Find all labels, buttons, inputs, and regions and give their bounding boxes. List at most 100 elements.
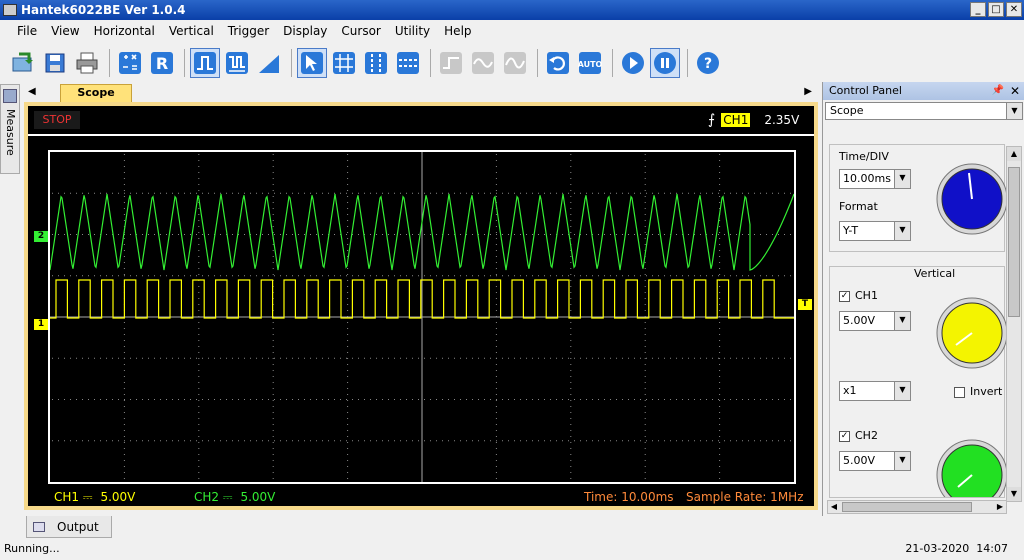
ch2-volts-select[interactable]: 5.00V ▼ — [839, 451, 911, 471]
control-panel-scrollbar[interactable]: ▲ ▼ — [1006, 146, 1022, 502]
close-icon[interactable]: ✕ — [1010, 82, 1020, 100]
grid-dot — [347, 160, 349, 161]
scroll-up-icon[interactable]: ▲ — [1007, 147, 1021, 161]
ch1-volts-select[interactable]: 5.00V ▼ — [839, 311, 911, 331]
print-button[interactable] — [72, 48, 102, 78]
wave-button[interactable] — [500, 48, 530, 78]
grid-dot — [570, 292, 572, 293]
scroll-left-icon[interactable]: ◀ — [828, 501, 840, 513]
menu-cursor[interactable]: Cursor — [334, 24, 387, 38]
grid-dot — [190, 440, 191, 442]
ch2-level-marker[interactable]: 2 — [34, 231, 48, 242]
grid-dot — [123, 400, 125, 401]
help-button[interactable]: ? — [693, 48, 723, 78]
ch1-volts-knob[interactable] — [934, 295, 1010, 371]
toolbar-separator — [430, 49, 431, 77]
auto-button[interactable]: AUTO — [575, 48, 605, 78]
grid-dot — [496, 234, 497, 235]
grid-dot — [347, 358, 349, 359]
menu-display[interactable]: Display — [276, 24, 334, 38]
format-select[interactable]: Y-T ▼ — [839, 221, 911, 241]
time-div-knob[interactable] — [934, 161, 1010, 237]
grid-dot — [64, 399, 65, 400]
vertical-cursor-icon — [365, 52, 387, 74]
grid-dot — [730, 357, 731, 359]
ch2-volts-knob[interactable] — [934, 437, 1010, 497]
step-button[interactable] — [436, 48, 466, 78]
grid-dot — [448, 399, 449, 400]
menu-view[interactable]: View — [44, 24, 86, 38]
grid-dot — [550, 440, 551, 442]
grid-dot — [644, 424, 646, 425]
reset-button[interactable]: R — [147, 48, 177, 78]
grid-dot — [495, 184, 497, 185]
grid-dot — [292, 357, 293, 359]
grid-button[interactable] — [329, 48, 359, 78]
close-button[interactable]: ✕ — [1006, 2, 1022, 17]
ch1-checkbox[interactable]: ✓ — [839, 291, 850, 302]
grid-dot — [272, 370, 274, 371]
ch1-level-marker[interactable]: 1 — [34, 319, 48, 330]
grid-dot — [347, 388, 349, 389]
pointer-button[interactable] — [297, 48, 327, 78]
tab-scroll-left-icon[interactable]: ◀ — [28, 86, 36, 97]
grid-dot — [719, 424, 721, 425]
grid-dot — [394, 440, 395, 442]
grid-dot — [610, 275, 611, 277]
menu-trigger[interactable]: Trigger — [221, 24, 276, 38]
scroll-thumb[interactable] — [1008, 167, 1020, 317]
tab-scroll-right-icon[interactable]: ▶ — [804, 86, 812, 97]
save-button[interactable] — [40, 48, 70, 78]
menu-help[interactable]: Help — [437, 24, 478, 38]
ramp-button[interactable] — [254, 48, 284, 78]
control-panel-hscrollbar[interactable]: ◀ ▶ — [827, 500, 1007, 514]
ch1-info-label: CH1 — [54, 490, 80, 504]
grid-dot — [748, 275, 749, 277]
grid-dot — [719, 418, 721, 419]
run-button[interactable] — [618, 48, 648, 78]
open-button[interactable] — [8, 48, 38, 78]
pin-icon[interactable]: 📌 — [992, 82, 1004, 100]
menu-bar: File View Horizontal Vertical Trigger Di… — [0, 20, 1024, 42]
pulse-button[interactable] — [222, 48, 252, 78]
probe-select[interactable]: x1 ▼ — [839, 381, 911, 401]
undo-button[interactable] — [543, 48, 573, 78]
scroll-down-icon[interactable]: ▼ — [1007, 487, 1021, 501]
waveform-plot[interactable] — [48, 150, 796, 484]
scroll-right-icon[interactable]: ▶ — [994, 501, 1006, 513]
grid-dot — [712, 357, 713, 359]
grid-dot — [198, 244, 200, 245]
measure-side-tab[interactable]: Measure — [0, 84, 20, 174]
vertical-cursor-button[interactable] — [361, 48, 391, 78]
rising-edge-button[interactable] — [190, 48, 220, 78]
menu-file[interactable]: File — [10, 24, 44, 38]
grid-dot — [644, 376, 646, 377]
tab-scope[interactable]: Scope — [60, 84, 132, 102]
app-icon — [3, 4, 17, 16]
grid-dot — [592, 275, 593, 277]
maximize-button[interactable]: □ — [988, 2, 1004, 17]
hscroll-thumb[interactable] — [842, 502, 972, 512]
sine-button[interactable] — [468, 48, 498, 78]
grid-dot — [124, 275, 125, 277]
grid-dot — [719, 154, 721, 155]
grid-dot — [198, 190, 200, 191]
grid-dot — [64, 192, 65, 194]
grid-dot — [58, 192, 59, 194]
pause-button[interactable] — [650, 48, 680, 78]
grid-dot — [310, 275, 311, 277]
invert-checkbox[interactable] — [954, 387, 965, 398]
time-div-select[interactable]: 10.00ms ▼ — [839, 169, 911, 189]
auto-measure-button[interactable] — [115, 48, 145, 78]
menu-utility[interactable]: Utility — [388, 24, 437, 38]
output-tab[interactable]: Output — [26, 516, 112, 538]
minimize-button[interactable]: _ — [970, 2, 986, 17]
grid-dot — [347, 460, 349, 461]
menu-vertical[interactable]: Vertical — [162, 24, 221, 38]
horizontal-cursor-button[interactable] — [393, 48, 423, 78]
menu-horizontal[interactable]: Horizontal — [87, 24, 162, 38]
ch2-checkbox[interactable]: ✓ — [839, 431, 850, 442]
trigger-level-marker[interactable]: T — [798, 299, 812, 310]
mode-select[interactable]: Scope ▼ — [825, 102, 1023, 120]
grid-dot — [496, 357, 497, 359]
